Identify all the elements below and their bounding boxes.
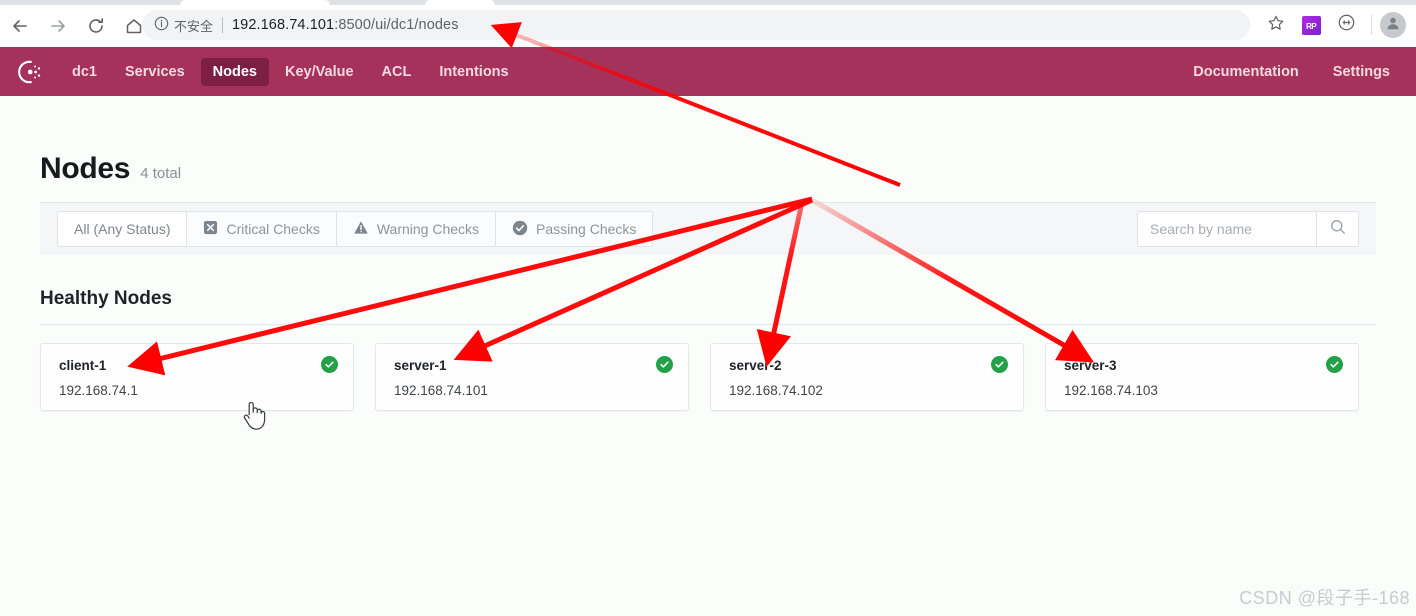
node-total-count: 4 total [140,165,182,182]
filter-warning-checks[interactable]: Warning Checks [337,212,497,246]
url-host: 192.168.74.101 [232,17,335,33]
content-container: Nodes 4 total All (Any Status) Critical … [40,96,1376,411]
nav-item-documentation[interactable]: Documentation [1181,58,1311,86]
reload-icon [86,16,106,36]
rp-extension-button[interactable]: RP [1296,10,1326,40]
media-control-button[interactable] [1331,10,1361,40]
node-card-server-3[interactable]: server-3 192.168.74.103 [1045,343,1359,411]
nav-item-nodes[interactable]: Nodes [200,57,269,86]
check-circle-icon [1326,356,1343,373]
nav-item-intentions[interactable]: Intentions [427,58,520,86]
browser-tab-secondary[interactable] [425,0,495,5]
node-ip: 192.168.74.102 [729,383,823,398]
url-text: 192.168.74.101:8500/ui/dc1/nodes [232,17,459,33]
check-circle-icon [321,356,338,373]
consul-navbar: dc1 Services Nodes Key/Value ACL Intenti… [0,47,1416,96]
site-security-chip[interactable]: 不安全 [154,16,213,35]
page-title: Nodes [40,152,131,185]
filter-critical-checks[interactable]: Critical Checks [187,212,337,246]
media-control-icon [1337,13,1356,37]
profile-button[interactable] [1380,12,1406,38]
filter-all-any-status[interactable]: All (Any Status) [58,212,188,246]
node-card-server-1[interactable]: server-1 192.168.74.101 [375,343,689,411]
toolbar-actions: RP [1256,10,1416,40]
nav-item-services[interactable]: Services [113,58,197,86]
security-label: 不安全 [174,18,214,34]
omnibox-divider [222,17,224,33]
browser-toolbar: 不安全 192.168.74.101:8500/ui/dc1/nodes RP [0,0,1416,47]
filter-label: Warning Checks [376,221,480,237]
avatar-icon [1384,14,1402,37]
nav-item-settings[interactable]: Settings [1321,58,1402,86]
csdn-watermark: CSDN @段子手-168 [1239,588,1410,608]
node-name: server-2 [729,358,782,373]
browser-tab-strip [0,0,1416,5]
page-body: Nodes 4 total All (Any Status) Critical … [0,96,1416,616]
filter-bar: All (Any Status) Critical Checks Warning… [40,202,1376,255]
node-card-client-1[interactable]: client-1 192.168.74.1 [40,343,354,411]
check-circle-icon [656,356,673,373]
node-name: server-1 [394,358,447,373]
section-title-healthy-nodes: Healthy Nodes [40,288,172,309]
passing-check-icon [512,220,528,239]
node-ip: 192.168.74.101 [394,383,488,398]
rp-extension-icon: RP [1301,15,1321,35]
reload-button[interactable] [78,8,114,44]
forward-button[interactable] [40,8,76,44]
search-icon [1329,218,1347,241]
filter-label: Passing Checks [536,221,637,237]
nav-item-dc1[interactable]: dc1 [60,58,109,86]
hand-pointer-cursor [241,400,267,437]
consul-logo-icon[interactable] [14,56,46,88]
node-card-server-2[interactable]: server-2 192.168.74.102 [710,343,1024,411]
screen-root: 不安全 192.168.74.101:8500/ui/dc1/nodes RP [0,0,1416,616]
filter-passing-checks[interactable]: Passing Checks [496,212,652,246]
node-name: server-3 [1064,358,1117,373]
warning-triangle-icon [353,220,369,238]
filter-label: All (Any Status) [74,221,171,237]
home-icon [124,16,144,36]
browser-nav-buttons [0,5,152,47]
node-ip: 192.168.74.1 [59,383,138,398]
consul-nav-left: dc1 Services Nodes Key/Value ACL Intenti… [60,57,521,86]
search-input[interactable] [1138,212,1316,246]
search-button[interactable] [1316,212,1358,246]
critical-x-icon [203,220,218,238]
page-header: Nodes 4 total [40,96,1376,186]
node-ip: 192.168.74.103 [1064,383,1158,398]
back-button[interactable] [2,8,38,44]
status-filter-group: All (Any Status) Critical Checks Warning… [57,211,654,247]
star-icon [1267,14,1285,37]
info-circle-icon [154,16,169,34]
browser-tab[interactable] [180,0,330,5]
toolbar-divider [1371,15,1372,35]
nav-item-key-value[interactable]: Key/Value [273,58,366,86]
address-bar[interactable]: 不安全 192.168.74.101:8500/ui/dc1/nodes [142,10,1250,40]
section-divider [40,324,1376,325]
url-path: :8500/ui/dc1/nodes [334,17,459,33]
node-name: client-1 [59,358,107,373]
search-container [1137,211,1359,247]
bookmark-button[interactable] [1261,10,1291,40]
consul-nav-right: Documentation Settings [1181,58,1402,86]
nav-item-acl[interactable]: ACL [370,58,424,86]
forward-arrow-icon [48,16,68,36]
check-circle-icon [991,356,1008,373]
back-arrow-icon [10,16,30,36]
filter-label: Critical Checks [226,221,320,237]
